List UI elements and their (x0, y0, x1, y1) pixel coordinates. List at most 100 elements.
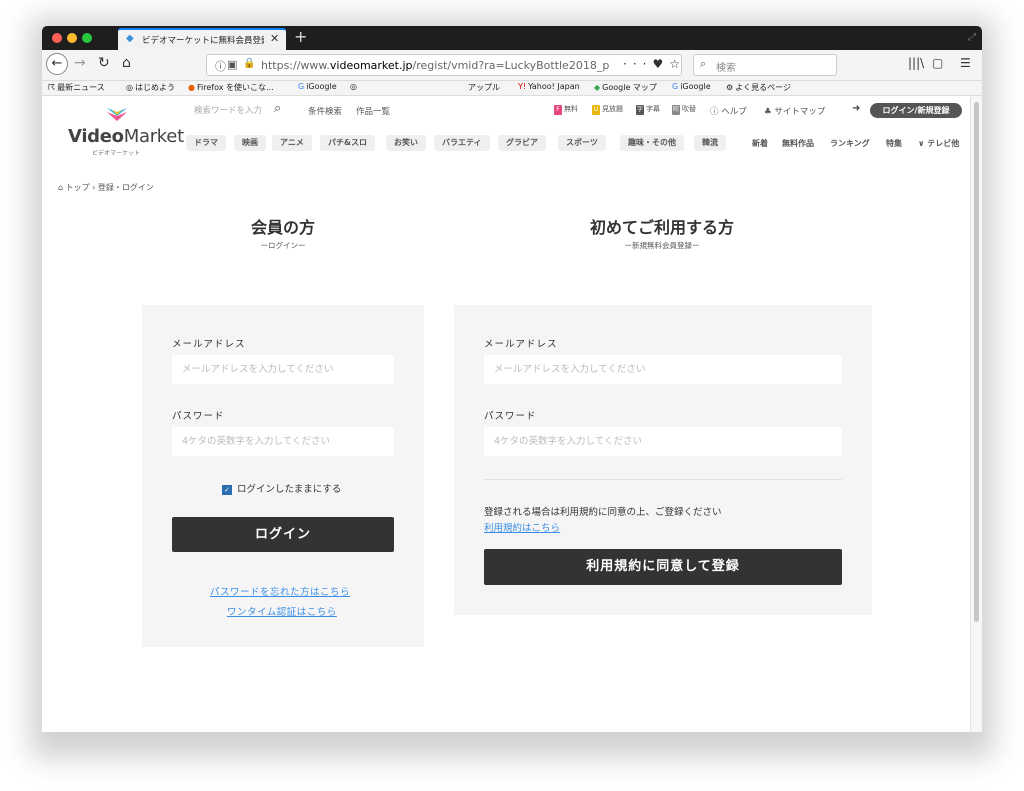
globe-icon: ◎ (350, 82, 357, 91)
yahoo-icon: Y! (518, 82, 527, 91)
site-search-input[interactable]: 検索ワードを入力 (194, 104, 262, 116)
library-icon[interactable]: |||\ (908, 56, 924, 70)
category-drama[interactable]: ドラマ (186, 135, 226, 151)
login-register-button[interactable]: ログイン/新規登録 (870, 103, 962, 118)
category-korean[interactable]: 韓流 (694, 135, 726, 151)
pocket-icon: ♥ (652, 57, 670, 71)
register-email-label: メールアドレス (484, 339, 558, 350)
category-anime[interactable]: アニメ (272, 135, 312, 151)
subtitle-filter-link[interactable]: 字字幕 (636, 104, 660, 115)
dubbed-filter-link[interactable]: 吹吹替 (672, 104, 696, 115)
unlimited-filter-link[interactable]: U 見放題 (592, 104, 623, 115)
search-icon: ⌕ (700, 57, 707, 70)
menu-icon[interactable]: ☰ (960, 56, 971, 70)
back-button[interactable]: ← (46, 53, 68, 75)
reload-button[interactable]: ↻ (98, 55, 110, 71)
bookmark-igoogle[interactable]: GiGoogle (298, 82, 337, 91)
maximize-window-button[interactable] (82, 33, 92, 43)
register-section-subtitle: ー新規無料会員登録ー (624, 241, 700, 250)
site-logo[interactable]: VideoMarket (68, 126, 184, 147)
help-icon: ⓘ (710, 107, 719, 117)
page-scrollbar[interactable] (970, 96, 982, 732)
member-section-subtitle: ーログインー (260, 241, 306, 250)
member-section-title: 会員の方 (250, 218, 315, 237)
site-info-icon[interactable]: ⓘ (215, 58, 226, 74)
bookmark-most-visited[interactable]: ⚙ よく見るページ (726, 82, 791, 93)
new-tab-button[interactable]: + (294, 27, 307, 46)
category-gravure[interactable]: グラビア (498, 135, 546, 151)
login-password-label: パスワード (172, 411, 225, 422)
login-password-input[interactable] (172, 427, 394, 456)
tab-title: ビデオマーケットに無料会員登録 (142, 36, 264, 46)
login-icon: ➜ (852, 103, 861, 114)
unlimited-badge-icon: U (592, 105, 600, 115)
register-password-input[interactable] (484, 427, 842, 456)
terms-link[interactable]: 利用規約はこちら (484, 520, 560, 534)
agree-register-button[interactable]: 利用規約に同意して登録 (484, 549, 842, 585)
remember-me-label: ログインしたままにする (237, 484, 342, 495)
breadcrumb-home[interactable]: トップ (66, 183, 90, 192)
videomarket-logo-icon (107, 108, 127, 121)
login-button[interactable]: ログイン (172, 517, 394, 552)
google-icon: G (672, 82, 679, 91)
logo-subtitle: ビデオマーケット (92, 150, 141, 157)
ranking-link[interactable]: ランキング (830, 138, 870, 149)
free-filter-link[interactable]: F 無料 (554, 104, 578, 115)
category-pachislot[interactable]: パチ&スロ (320, 135, 375, 151)
google-icon: G (298, 82, 305, 91)
sitemap-link[interactable]: ♣ サイトマップ (764, 105, 825, 117)
tab-bar: ◆ ビデオマーケットに無料会員登録 ✕ + ⤢ (42, 26, 982, 50)
bookmark-firefox[interactable]: ● Firefox を使いこな... (188, 82, 274, 93)
bookmark-globe[interactable]: ◎ (350, 82, 359, 91)
browser-tab-active[interactable]: ◆ ビデオマーケットに無料会員登録 ✕ (118, 28, 286, 50)
category-comedy[interactable]: お笑い (386, 135, 426, 151)
onetime-auth-link[interactable]: ワンタイム認証はこちら (227, 604, 337, 618)
login-email-input[interactable] (172, 355, 394, 384)
sitemap-icon: ♣ (764, 107, 772, 117)
register-password-label: パスワード (484, 411, 537, 422)
remember-me-checkbox[interactable]: ✓ ログインしたままにする (222, 481, 341, 495)
category-variety[interactable]: バラエティ (434, 135, 490, 151)
search-placeholder: 検索 (716, 63, 736, 74)
search-bar[interactable]: ⌕ 検索 (693, 54, 837, 76)
page-actions[interactable]: ···♥☆ (623, 57, 686, 71)
register-email-input[interactable] (484, 355, 842, 384)
category-hobby[interactable]: 趣味・その他 (620, 135, 684, 151)
breadcrumb-separator: › (92, 183, 96, 192)
help-link[interactable]: ⓘ ヘルプ (710, 105, 747, 117)
permissions-icon[interactable]: ▣ (227, 58, 237, 71)
forgot-password-link[interactable]: パスワードを忘れた方はこちら (210, 584, 350, 598)
free-badge-icon: F (554, 105, 562, 115)
free-titles-link[interactable]: 無料作品 (782, 138, 814, 149)
bookmark-getting-started[interactable]: ◎ はじめよう (126, 82, 175, 93)
new-releases-link[interactable]: 新着 (752, 138, 768, 149)
bookmark-google-maps[interactable]: ◆ Google マップ (594, 82, 657, 93)
url-text[interactable]: https://www.videomarket.jp/regist/vmid?r… (261, 59, 609, 72)
login-email-label: メールアドレス (172, 339, 246, 350)
tab-close-icon[interactable]: ✕ (270, 32, 279, 45)
checkbox-checked-icon: ✓ (222, 484, 232, 495)
bookmark-news[interactable]: ☈ 最新ニュース (48, 82, 105, 93)
address-bar[interactable]: ⓘ ▣ 🔒 https://www.videomarket.jp/regist/… (206, 54, 682, 76)
category-sports[interactable]: スポーツ (558, 135, 606, 151)
home-button[interactable]: ⌂ (122, 55, 131, 71)
breadcrumb: ⌂ トップ › 登録・ログイン (58, 182, 154, 193)
videomarket-favicon-icon: ◆ (126, 33, 134, 44)
bookmark-yahoo[interactable]: Y! Yahoo! Japan (518, 82, 580, 91)
title-list-link[interactable]: 作品一覧 (356, 105, 390, 117)
search-icon[interactable]: ⌕ (274, 101, 281, 116)
bookmark-igoogle-2[interactable]: GiGoogle (672, 82, 711, 91)
features-link[interactable]: 特集 (886, 138, 902, 149)
sidebar-icon[interactable]: ▢ (932, 56, 943, 70)
minimize-window-button[interactable] (67, 33, 77, 43)
category-movie[interactable]: 映画 (234, 135, 266, 151)
fullscreen-icon[interactable]: ⤢ (968, 32, 976, 43)
scrollbar-thumb[interactable] (974, 102, 979, 622)
rss-icon: ☈ (48, 83, 56, 92)
close-window-button[interactable] (52, 33, 62, 43)
tv-other-link[interactable]: ∨ テレビ他 (918, 138, 959, 149)
forward-button[interactable]: → (74, 55, 86, 71)
advanced-search-link[interactable]: 条件検索 (308, 105, 342, 117)
site-header: VideoMarket ビデオマーケット 検索ワードを入力 ⌕ 条件検索 作品一… (58, 96, 962, 160)
bookmark-apple[interactable]: アップル (466, 82, 500, 93)
